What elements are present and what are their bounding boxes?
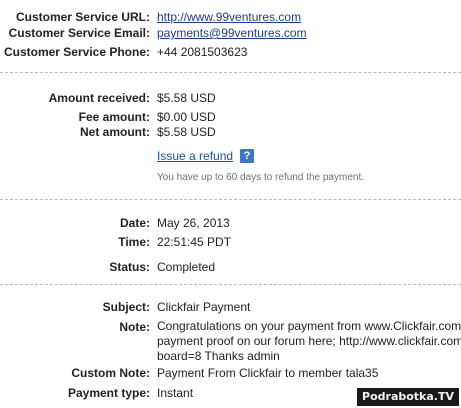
section-divider bbox=[0, 284, 461, 285]
amount-received-row: Amount received: $5.58 USD bbox=[0, 90, 461, 106]
payment-type-label: Payment type: bbox=[67, 386, 150, 400]
custom-note-label: Custom Note: bbox=[71, 366, 150, 380]
note-label: Note: bbox=[119, 320, 150, 334]
net-amount-label: Net amount: bbox=[80, 125, 150, 139]
section-divider bbox=[0, 199, 461, 200]
time-label: Time: bbox=[118, 235, 150, 249]
status-row: Status: Completed bbox=[0, 259, 461, 275]
date-label: Date: bbox=[119, 216, 150, 230]
fee-amount-value: $0.00 USD bbox=[157, 110, 216, 124]
note-line: Congratulations on your payment from www… bbox=[157, 319, 461, 333]
amount-received-label: Amount received: bbox=[48, 91, 150, 105]
net-amount-row: Net amount: $5.58 USD bbox=[0, 124, 461, 140]
fee-amount-label: Fee amount: bbox=[78, 110, 150, 124]
watermark-logo: Podrabotka.TV bbox=[357, 388, 459, 406]
fee-amount-row: Fee amount: $0.00 USD bbox=[0, 109, 461, 125]
custom-note-row: Custom Note: Payment From Clickfair to m… bbox=[0, 365, 461, 381]
customer-service-phone-label: Customer Service Phone: bbox=[3, 45, 150, 59]
time-value: 22:51:45 PDT bbox=[157, 235, 232, 249]
time-row: Time: 22:51:45 PDT bbox=[0, 234, 461, 250]
subject-label: Subject: bbox=[102, 300, 150, 314]
customer-service-phone-row: Customer Service Phone: +44 2081503623 bbox=[0, 44, 461, 60]
customer-service-phone-value: +44 2081503623 bbox=[157, 45, 248, 59]
note-line: payment proof on our forum here; http://… bbox=[157, 334, 461, 348]
customer-service-email-link[interactable]: payments@99ventures.com bbox=[157, 25, 307, 41]
amount-received-value: $5.58 USD bbox=[157, 91, 216, 105]
status-label: Status: bbox=[109, 260, 150, 274]
customer-service-url-link[interactable]: http://www.99ventures.com bbox=[157, 9, 301, 25]
customer-service-url-label: Customer Service URL: bbox=[15, 10, 150, 24]
custom-note-value: Payment From Clickfair to member tala35 bbox=[157, 366, 379, 380]
note-line: board=8 Thanks admin bbox=[157, 349, 280, 363]
status-value: Completed bbox=[157, 260, 216, 274]
help-icon[interactable]: ? bbox=[240, 149, 254, 163]
refund-window-note: You have up to 60 days to refund the pay… bbox=[157, 172, 365, 183]
payment-type-value: Instant bbox=[157, 386, 194, 400]
date-value: May 26, 2013 bbox=[157, 216, 230, 230]
customer-service-url-row: Customer Service URL: http://www.99ventu… bbox=[0, 9, 461, 25]
customer-service-email-row: Customer Service Email: payments@99ventu… bbox=[0, 25, 461, 41]
issue-refund-link[interactable]: Issue a refund bbox=[157, 148, 233, 164]
subject-value: Clickfair Payment bbox=[157, 300, 251, 314]
date-row: Date: May 26, 2013 bbox=[0, 215, 461, 231]
customer-service-email-label: Customer Service Email: bbox=[8, 26, 150, 40]
section-divider bbox=[0, 72, 461, 73]
net-amount-value: $5.58 USD bbox=[157, 125, 216, 139]
subject-row: Subject: Clickfair Payment bbox=[0, 299, 461, 315]
